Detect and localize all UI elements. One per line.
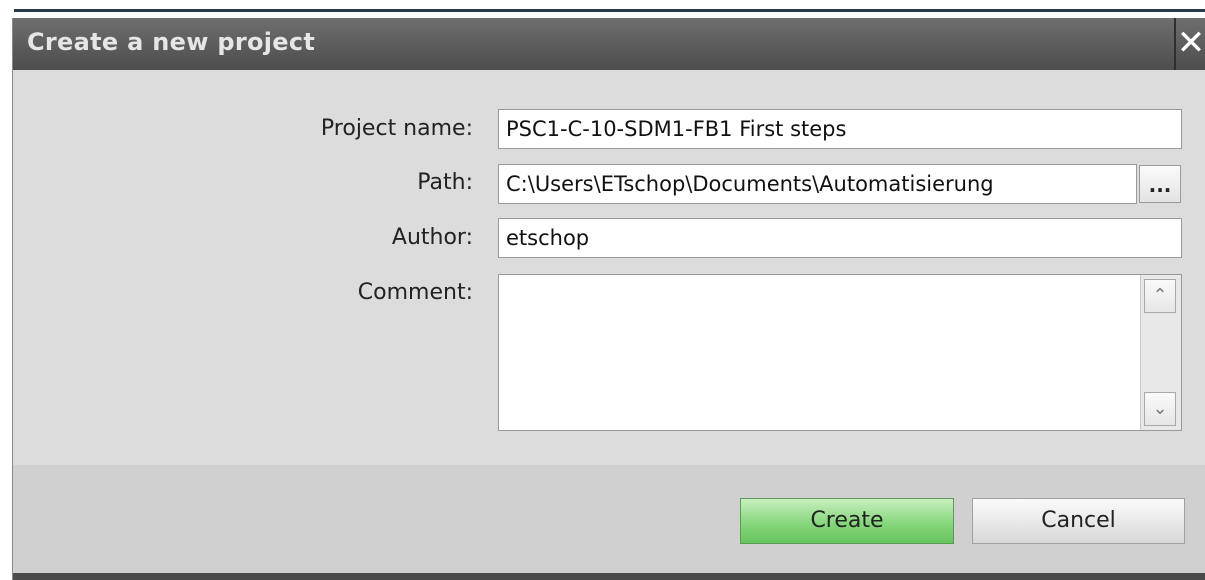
project-name-input[interactable]: PSC1-C-10-SDM1-FB1 First steps	[498, 109, 1182, 149]
path-label: Path:	[417, 170, 473, 195]
create-project-dialog: Create a new project ✕ Project name: PSC…	[12, 18, 1205, 580]
comment-label: Comment:	[357, 280, 473, 305]
author-input[interactable]: etschop	[498, 218, 1182, 258]
scroll-down-button[interactable]: ⌄	[1144, 392, 1176, 426]
scroll-up-button[interactable]: ⌃	[1144, 279, 1176, 313]
chevron-down-icon: ⌄	[1152, 398, 1168, 419]
comment-textarea[interactable]: ⌃ ⌄	[498, 274, 1182, 431]
project-name-label: Project name:	[320, 116, 473, 141]
bottom-border	[13, 573, 1205, 580]
cancel-button[interactable]: Cancel	[972, 498, 1185, 544]
comment-scrollbar[interactable]: ⌃ ⌄	[1140, 275, 1181, 430]
author-label: Author:	[391, 225, 473, 250]
dialog-title: Create a new project	[27, 28, 316, 56]
browse-path-button[interactable]: ...	[1139, 165, 1181, 203]
close-button[interactable]: ✕	[1174, 18, 1205, 70]
chevron-up-icon: ⌃	[1152, 285, 1168, 306]
top-border	[0, 0, 1205, 12]
path-input[interactable]: C:\Users\ETschop\Documents\Automatisieru…	[498, 164, 1137, 204]
dialog-titlebar: Create a new project ✕	[13, 18, 1205, 70]
create-button[interactable]: Create	[740, 498, 954, 544]
close-icon: ✕	[1176, 23, 1205, 63]
